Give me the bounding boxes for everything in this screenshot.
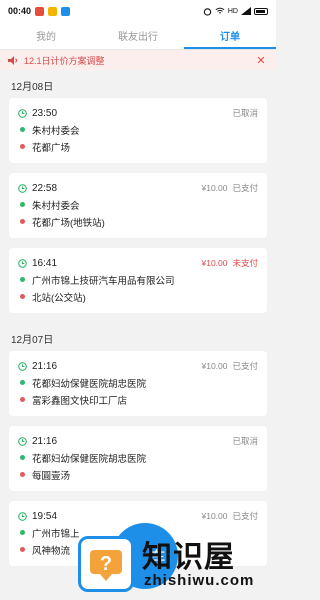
origin-dot-icon <box>20 277 25 282</box>
notice-text: 12.1日计价方案调整 <box>24 55 105 66</box>
order-price: ¥10.00 <box>201 183 228 193</box>
order-header: 22:58 ¥10.00 已支付 <box>18 180 258 196</box>
origin-name: 朱村村委会 <box>32 125 80 137</box>
order-time: 19:54 <box>32 510 58 522</box>
clock-icon <box>18 361 27 371</box>
watermark: ? 知识屋 zhishiwu.com <box>78 528 276 600</box>
tab-bar: 我的 联友出行 订单 <box>0 22 276 50</box>
clock-icon <box>18 511 27 521</box>
close-icon[interactable]: ✕ <box>254 54 268 67</box>
destination-dot-icon <box>20 472 25 477</box>
notice-banner[interactable]: 12.1日计价方案调整 ✕ <box>0 50 276 70</box>
clock-icon <box>18 108 27 118</box>
svg-text:?: ? <box>100 553 112 575</box>
tab-label: 我的 <box>36 32 56 43</box>
status-time: 00:40 <box>8 6 32 16</box>
clock-icon <box>18 436 27 446</box>
tab-label: 订单 <box>220 32 240 43</box>
app-notification-icon <box>61 6 71 16</box>
tab-orders[interactable]: 订单 <box>184 22 276 49</box>
alarm-icon <box>203 7 212 16</box>
order-list: 12月08日 23:50 已取消 朱村村委会 花都广场 22:58 ¥10.00… <box>0 70 276 566</box>
destination-dot-icon <box>20 219 25 224</box>
clock-icon <box>18 183 27 193</box>
order-status: 已取消 <box>232 108 258 118</box>
origin-name: 花都妇幼保健医院胡忠医院 <box>32 378 147 390</box>
destination-dot-icon <box>20 144 25 149</box>
destination-dot-icon <box>20 397 25 402</box>
order-status: 已支付 <box>232 361 258 371</box>
order-status: 未支付 <box>232 258 258 268</box>
order-header: 21:16 已取消 <box>18 433 258 449</box>
date-header: 12月08日 <box>11 81 54 93</box>
origin-row: 花都妇幼保健医院胡忠医院 <box>18 374 258 391</box>
status-bar: 00:40 HD <box>0 0 276 22</box>
order-time: 22:58 <box>32 182 58 194</box>
destination-dot-icon <box>20 547 25 552</box>
origin-dot-icon <box>20 380 25 385</box>
order-status: 已支付 <box>232 511 258 521</box>
battery-icon <box>254 7 268 15</box>
watermark-title: 知识屋 <box>142 541 235 574</box>
origin-row: 朱村村委会 <box>18 121 258 138</box>
network-label: HD <box>227 7 238 15</box>
destination-name: 每圓壹汤 <box>32 470 71 482</box>
destination-name: 风神物流 <box>32 545 71 557</box>
destination-name: 富彩鑫图文快印工厂店 <box>32 395 128 407</box>
order-time: 23:50 <box>32 107 58 119</box>
origin-row: 朱村村委会 <box>18 196 258 213</box>
destination-row: 富彩鑫图文快印工厂店 <box>18 391 258 408</box>
destination-row: 花都广场 <box>18 138 258 155</box>
order-time: 16:41 <box>32 257 58 269</box>
order-status: 已取消 <box>232 436 258 446</box>
order-price: ¥10.00 <box>201 511 228 521</box>
tab-label: 联友出行 <box>118 32 158 43</box>
destination-name: 花都广场 <box>32 142 71 154</box>
order-card[interactable]: 23:50 已取消 朱村村委会 花都广场 <box>9 98 267 163</box>
order-header: 23:50 已取消 <box>18 105 258 121</box>
app-notification-icon <box>35 6 45 16</box>
signal-icon <box>241 7 251 15</box>
origin-dot-icon <box>20 202 25 207</box>
order-header: 16:41 ¥10.00 未支付 <box>18 255 258 271</box>
tab-lianyou[interactable]: 联友出行 <box>92 22 184 49</box>
status-bar-left: 00:40 <box>8 6 71 16</box>
order-card[interactable]: 16:41 ¥10.00 未支付 广州市锦上技研汽车用品有限公司 北站(公交站) <box>9 248 267 313</box>
origin-name: 广州市锦上技研汽车用品有限公司 <box>32 275 175 287</box>
destination-dot-icon <box>20 294 25 299</box>
destination-name: 花都广场(地铁站) <box>32 217 105 229</box>
destination-name: 北站(公交站) <box>32 292 86 304</box>
origin-dot-icon <box>20 127 25 132</box>
watermark-subtitle: zhishiwu.com <box>144 572 255 589</box>
origin-row: 广州市锦上技研汽车用品有限公司 <box>18 271 258 288</box>
origin-dot-icon <box>20 530 25 535</box>
destination-row: 每圓壹汤 <box>18 466 258 483</box>
clock-icon <box>18 258 27 268</box>
speaker-icon <box>8 55 17 65</box>
order-status: 已支付 <box>232 183 258 193</box>
order-card[interactable]: 21:16 ¥10.00 已支付 花都妇幼保健医院胡忠医院 富彩鑫图文快印工厂店 <box>9 351 267 416</box>
destination-row: 花都广场(地铁站) <box>18 213 258 230</box>
order-price: ¥10.00 <box>201 258 228 268</box>
date-header: 12月07日 <box>11 334 54 346</box>
order-price: ¥10.00 <box>201 361 228 371</box>
origin-row: 花都妇幼保健医院胡忠医院 <box>18 449 258 466</box>
destination-row: 北站(公交站) <box>18 288 258 305</box>
order-time: 21:16 <box>32 360 58 372</box>
origin-dot-icon <box>20 455 25 460</box>
tab-mine[interactable]: 我的 <box>0 22 92 49</box>
wifi-icon <box>215 7 225 14</box>
order-card[interactable]: 22:58 ¥10.00 已支付 朱村村委会 花都广场(地铁站) <box>9 173 267 238</box>
origin-name: 花都妇幼保健医院胡忠医院 <box>32 453 147 465</box>
order-card[interactable]: 21:16 已取消 花都妇幼保健医院胡忠医院 每圓壹汤 <box>9 426 267 491</box>
origin-name: 广州市锦上 <box>32 528 80 540</box>
question-badge-icon: ? <box>78 536 134 592</box>
status-bar-right: HD <box>203 7 268 16</box>
app-notification-icon <box>48 6 58 16</box>
order-header: 19:54 ¥10.00 已支付 <box>18 508 258 524</box>
origin-name: 朱村村委会 <box>32 200 80 212</box>
order-time: 21:16 <box>32 435 58 447</box>
order-header: 21:16 ¥10.00 已支付 <box>18 358 258 374</box>
